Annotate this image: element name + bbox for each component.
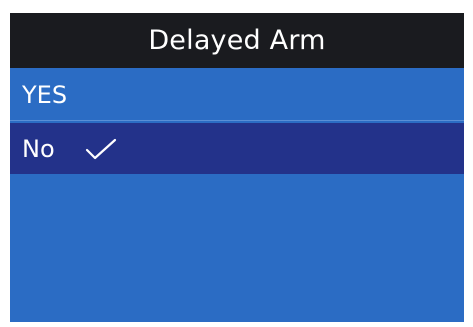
option-yes-label: YES [22,81,68,109]
screen-title: Delayed Arm [10,13,464,68]
delayed-arm-screen: Delayed Arm YES No [10,13,464,322]
option-yes[interactable]: YES [10,70,464,121]
checkmark-icon [83,137,119,161]
option-no-label: No [22,134,55,163]
option-no[interactable]: No [10,123,464,174]
